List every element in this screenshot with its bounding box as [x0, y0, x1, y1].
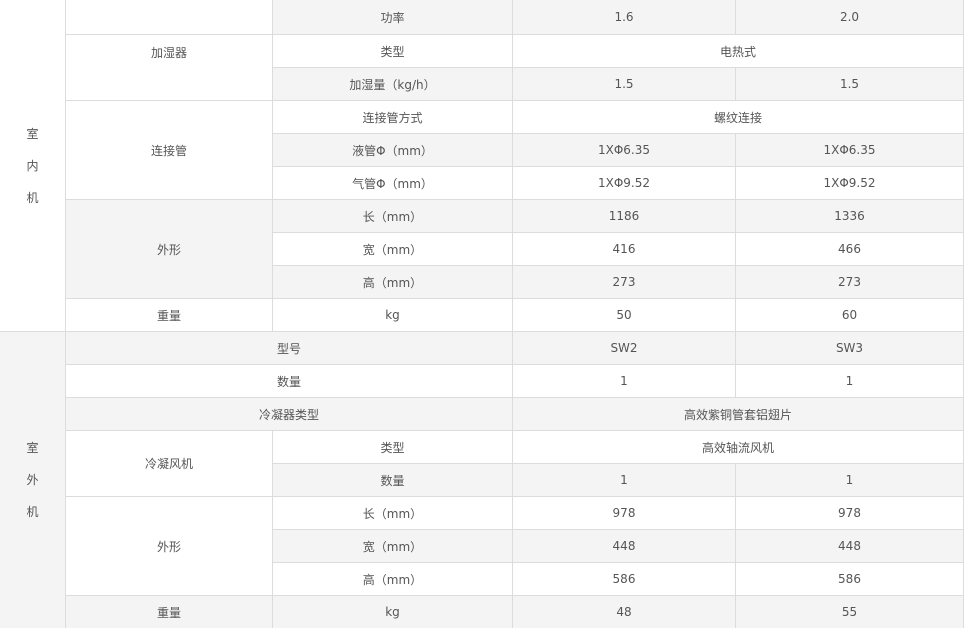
outdoor-label-char-3: 机 — [26, 505, 39, 519]
indoor-width-value-2: 466 — [736, 233, 964, 266]
indoor-weight-label: 重量 — [66, 299, 273, 332]
liquid-pipe-value-2: 1XΦ6.35 — [736, 134, 964, 167]
power-group-cell — [66, 0, 273, 35]
indoor-width-label: 宽（mm） — [273, 233, 513, 266]
humidifier-type-label: 类型 — [273, 35, 513, 68]
outdoor-height-label: 高（mm） — [273, 563, 513, 596]
indoor-length-label: 长（mm） — [273, 200, 513, 233]
condenser-type-value: 高效紫铜管套铝翅片 — [513, 398, 964, 431]
outdoor-label-char-1: 室 — [26, 441, 39, 455]
outdoor-weight-value-2: 55 — [736, 596, 964, 628]
indoor-height-value-1: 273 — [513, 266, 736, 299]
indoor-weight-value-2: 60 — [736, 299, 964, 332]
liquid-pipe-value-1: 1XΦ6.35 — [513, 134, 736, 167]
outdoor-weight-unit: kg — [273, 596, 513, 628]
liquid-pipe-label: 液管Φ（mm） — [273, 134, 513, 167]
indoor-label-char-3: 机 — [26, 190, 39, 205]
power-value-2: 2.0 — [736, 0, 964, 35]
humidifier-amount-label: 加湿量（kg/h） — [273, 68, 513, 101]
indoor-height-value-2: 273 — [736, 266, 964, 299]
fan-qty-label: 数量 — [273, 464, 513, 497]
outdoor-shape-label: 外形 — [66, 497, 273, 596]
fan-type-value: 高效轴流风机 — [513, 431, 964, 464]
indoor-label-char-1: 室 — [26, 126, 39, 141]
fan-qty-value-1: 1 — [513, 464, 736, 497]
gas-pipe-value-2: 1XΦ9.52 — [736, 167, 964, 200]
model-value-2: SW3 — [736, 332, 964, 365]
outdoor-qty-value-2: 1 — [736, 365, 964, 398]
pipe-method-value: 螺纹连接 — [513, 101, 964, 134]
outdoor-length-label: 长（mm） — [273, 497, 513, 530]
humidifier-amount-value-1: 1.5 — [513, 68, 736, 101]
indoor-weight-value-1: 50 — [513, 299, 736, 332]
outdoor-label-char-2: 外 — [26, 473, 39, 487]
indoor-height-label: 高（mm） — [273, 266, 513, 299]
humidifier-amount-value-2: 1.5 — [736, 68, 964, 101]
power-value-1: 1.6 — [513, 0, 736, 35]
outdoor-qty-label: 数量 — [66, 365, 513, 398]
indoor-length-value-1: 1186 — [513, 200, 736, 233]
outdoor-weight-value-1: 48 — [513, 596, 736, 628]
humidifier-type-value: 电热式 — [513, 35, 964, 68]
indoor-section-label: 室 内 机 — [0, 0, 66, 332]
outdoor-section-label: 室 外 机 — [0, 332, 66, 628]
indoor-shape-label: 外形 — [66, 200, 273, 299]
outdoor-width-value-1: 448 — [513, 530, 736, 563]
outdoor-qty-value-1: 1 — [513, 365, 736, 398]
fan-qty-value-2: 1 — [736, 464, 964, 497]
outdoor-length-value-1: 978 — [513, 497, 736, 530]
condenser-type-label: 冷凝器类型 — [66, 398, 513, 431]
gas-pipe-value-1: 1XΦ9.52 — [513, 167, 736, 200]
power-label: 功率 — [273, 0, 513, 35]
indoor-weight-unit: kg — [273, 299, 513, 332]
model-label: 型号 — [66, 332, 513, 365]
fan-type-label: 类型 — [273, 431, 513, 464]
humidifier-label: 加湿器 — [66, 35, 273, 101]
model-value-1: SW2 — [513, 332, 736, 365]
indoor-label-char-2: 内 — [26, 158, 39, 173]
outdoor-width-value-2: 448 — [736, 530, 964, 563]
indoor-length-value-2: 1336 — [736, 200, 964, 233]
outdoor-length-value-2: 978 — [736, 497, 964, 530]
pipe-method-label: 连接管方式 — [273, 101, 513, 134]
indoor-width-value-1: 416 — [513, 233, 736, 266]
outdoor-height-value-1: 586 — [513, 563, 736, 596]
outdoor-weight-label: 重量 — [66, 596, 273, 628]
outdoor-width-label: 宽（mm） — [273, 530, 513, 563]
gas-pipe-label: 气管Φ（mm） — [273, 167, 513, 200]
pipe-label: 连接管 — [66, 101, 273, 200]
condenser-fan-label: 冷凝风机 — [66, 431, 273, 497]
outdoor-height-value-2: 586 — [736, 563, 964, 596]
